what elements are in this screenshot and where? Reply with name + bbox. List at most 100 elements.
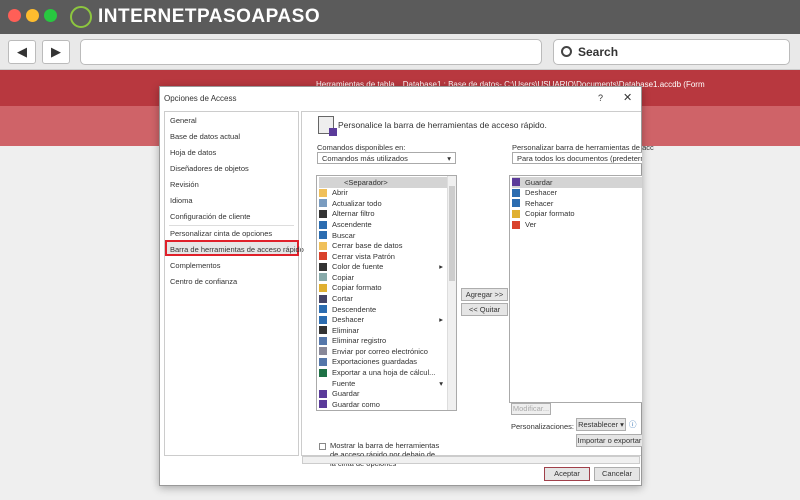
commands-dropdown[interactable]: Comandos más utilizados ▾ [317,152,456,164]
list-item[interactable]: <Separador> [319,177,447,188]
customize-label: Personalizar barra de herramientas de ac… [512,143,654,152]
list-item-label: Fuente [332,378,356,388]
x-icon [319,326,327,335]
list-item[interactable]: Exportaciones guardadas [319,357,447,368]
list-item[interactable]: Guardar como [319,399,447,410]
list-item[interactable]: Guardar [512,177,642,188]
list-item[interactable]: Guardar [319,388,447,399]
folder-icon [319,241,327,250]
show-below-checkbox[interactable] [319,443,326,450]
list-item-label: Guardar como [332,399,380,409]
list-item-label: Actualizar todo [332,198,382,208]
url-bar[interactable] [80,39,542,65]
list-item[interactable]: Cerrar base de datos [319,240,447,251]
undo-icon [319,315,327,324]
list-item-label: Copiar [332,272,355,282]
toolbar-list[interactable]: Guardar Deshacer Rehacer Copiar formato Ver [509,175,642,403]
list-item-label: Ascendente [332,220,372,230]
filter-icon [319,209,327,218]
submenu-icon[interactable]: ▸ [439,315,443,324]
remove-button[interactable]: << Quitar [461,303,508,316]
list-item[interactable]: Copiar formato [512,209,642,220]
export-icon [319,357,327,366]
import-export-button[interactable]: Importar o exportar [576,434,642,447]
list-item[interactable]: Eliminar [319,325,447,336]
list-item[interactable]: Ver [512,219,642,230]
nav-item[interactable]: Centro de confianza [170,277,237,286]
search-icon [561,46,572,57]
excel-icon [319,368,327,377]
nav-item[interactable]: Complementos [170,261,220,270]
customizations-label: Personalizaciones: [511,422,574,431]
close-button[interactable]: ✕ [623,91,632,104]
list-item[interactable]: Deshacer ▸ [319,314,447,325]
list-item[interactable]: Deshacer [512,188,642,199]
access-options-dialog: Opciones de Access ? ✕ General Base de da… [159,86,654,486]
submenu-icon[interactable]: ▾ [439,379,443,388]
nav-item[interactable]: Hoja de datos [170,148,216,157]
back-button[interactable]: ◀ [8,40,36,64]
commands-value: Comandos más utilizados [322,154,408,163]
commands-scrollbar[interactable] [447,176,456,410]
list-item-label: Guardar [332,389,360,399]
nav-item[interactable]: Base de datos actual [170,132,240,141]
forward-button[interactable]: ▶ [42,40,70,64]
options-nav: General Base de datos actual Hoja de datos… [164,111,304,456]
nav-item[interactable]: Idioma [170,196,193,205]
list-item-label: Eliminar registro [332,336,387,346]
list-item[interactable]: Color de fuente ▸ [319,262,447,273]
submenu-icon[interactable]: ▸ [439,262,443,271]
list-item[interactable]: Enviar por correo electrónico [319,346,447,357]
add-button[interactable]: Agregar >> [461,288,508,301]
list-item[interactable]: Cerrar vista Patrón [319,251,447,262]
list-item-label: Enviar por correo electrónico [332,346,428,356]
commands-label: Comandos disponibles en: [317,143,406,152]
nav-item[interactable]: Diseñadores de objetos [170,164,249,173]
list-item[interactable]: Copiar [319,272,447,283]
list-item[interactable]: Descendente [319,304,447,315]
window-control-icon[interactable] [8,9,21,22]
list-item[interactable]: Rehacer [512,198,642,209]
list-item[interactable]: Fuente ▾ [319,378,447,389]
list-item[interactable]: Copiar formato [319,283,447,294]
list-item-label: Deshacer [525,188,558,198]
nav-item[interactable]: General [170,116,197,125]
list-item[interactable]: Alternar filtro [319,209,447,220]
list-item[interactable]: Exportar a una hoja de cálcul... [319,367,447,378]
reset-button[interactable]: Restablecer ▾ [576,418,626,431]
help-button[interactable]: ? [598,93,603,103]
list-item[interactable]: Ascendente [319,219,447,230]
site-logo: INTERNETPASOAPASO [70,6,320,28]
sort-asc-icon [319,220,327,229]
info-icon: ⓘ [629,420,637,429]
list-item[interactable]: Eliminar registro [319,336,447,347]
search-box[interactable]: Search [553,39,790,65]
nav-item[interactable]: Barra de herramientas de acceso rápido [170,245,304,254]
window-control-icon[interactable] [26,9,39,22]
undo-icon [512,188,520,197]
window-control-icon[interactable] [44,9,57,22]
scissors-icon [319,294,327,303]
list-item-label: Guardar [525,177,553,187]
list-item[interactable]: Abrir [319,188,447,199]
nav-item[interactable]: Configuración de cliente [170,212,250,221]
none-icon [319,379,327,387]
cancel-button[interactable]: Cancelar [594,467,640,481]
list-item[interactable]: Buscar [319,230,447,241]
save-icon [512,178,520,187]
list-item-label: Cerrar vista Patrón [332,251,395,261]
list-item[interactable]: Cortar [319,293,447,304]
modify-button[interactable]: Modificar... [511,403,551,415]
list-item-label: Exportaciones guardadas [332,357,418,367]
horizontal-scrollbar[interactable] [302,456,640,464]
ok-button[interactable]: Aceptar [544,467,590,481]
browser-toolbar: ◀ ▶ Search [0,34,800,70]
list-item-label: Cerrar base de datos [332,241,403,251]
nav-item[interactable]: Revisión [170,180,199,189]
save-icon [319,389,327,398]
nav-item[interactable]: Personalizar cinta de opciones [170,229,272,238]
list-item[interactable]: Actualizar todo [319,198,447,209]
commands-list[interactable]: <Separador> Abrir Actualizar todo Alternar … [316,175,457,411]
customize-dropdown[interactable]: Para todos los documentos (predetermi [512,152,642,164]
list-item-label: Rehacer [525,198,554,208]
